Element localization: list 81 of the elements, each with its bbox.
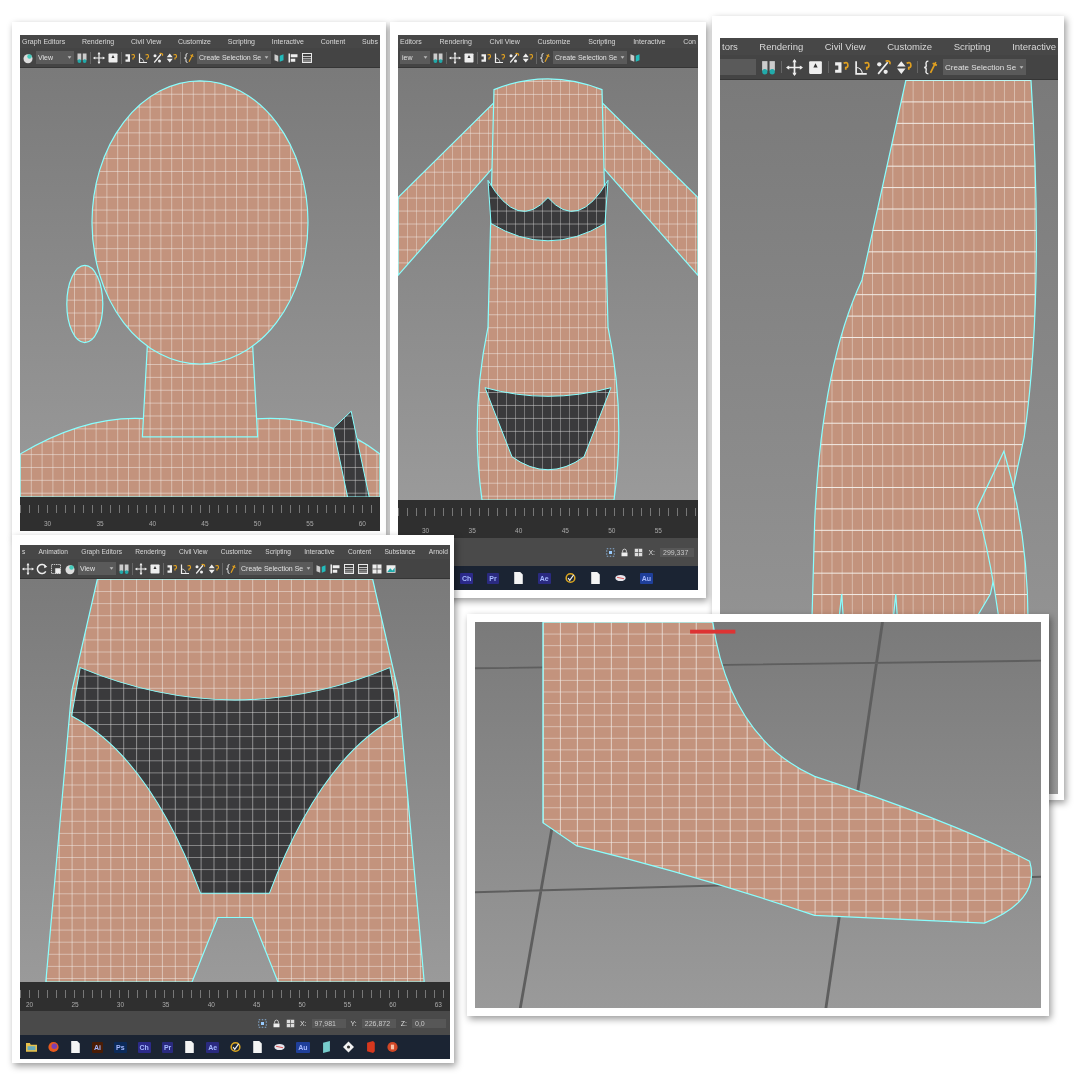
angle-snap-icon[interactable]	[854, 58, 871, 76]
mirror-icon[interactable]	[315, 562, 328, 575]
disc-icon[interactable]	[274, 1041, 286, 1053]
move-icon[interactable]	[449, 51, 461, 64]
named-selection-icon[interactable]	[922, 58, 939, 76]
link-icon[interactable]	[76, 51, 88, 64]
caret-icon	[620, 55, 626, 60]
menu-item[interactable]: Customize	[887, 41, 933, 52]
spinner-snap-icon[interactable]	[208, 562, 220, 575]
document-icon[interactable]	[589, 572, 601, 584]
move-icon[interactable]	[786, 58, 803, 76]
tile-icon[interactable]	[320, 1041, 332, 1053]
percent-snap-icon[interactable]	[508, 51, 520, 64]
selection-set-dropdown[interactable]: Create Selection Se	[943, 59, 1027, 75]
move-icon[interactable]	[93, 51, 105, 64]
snap-grid-icon[interactable]	[285, 1018, 295, 1028]
percent-snap-icon[interactable]	[875, 58, 892, 76]
target-icon[interactable]	[564, 572, 576, 584]
select-icon[interactable]	[463, 51, 475, 64]
focus-icon[interactable]	[257, 1018, 267, 1028]
menu-item[interactable]: tors	[722, 41, 738, 52]
document-icon[interactable]	[184, 1041, 196, 1053]
align-icon[interactable]	[287, 51, 300, 64]
spinner-snap-icon[interactable]	[896, 58, 913, 76]
caret-icon	[423, 55, 428, 60]
select-icon[interactable]	[807, 58, 824, 76]
disc-icon[interactable]	[614, 572, 626, 584]
mirror-icon[interactable]	[273, 51, 286, 64]
link-icon[interactable]	[432, 51, 444, 64]
link-icon[interactable]	[760, 58, 777, 76]
move-icon[interactable]	[135, 562, 147, 575]
target-icon[interactable]	[230, 1041, 242, 1053]
move-icon[interactable]	[22, 562, 34, 575]
list-icon[interactable]	[301, 51, 314, 64]
viewport-icon[interactable]	[22, 51, 34, 64]
office-icon[interactable]	[364, 1041, 376, 1053]
folder-icon[interactable]	[26, 1041, 37, 1053]
scale-icon[interactable]	[50, 562, 62, 575]
focus-icon[interactable]	[606, 547, 616, 557]
named-selection-icon[interactable]	[183, 51, 195, 64]
link-icon[interactable]	[118, 562, 130, 575]
percent-snap-icon[interactable]	[152, 51, 164, 64]
image-icon[interactable]	[385, 562, 398, 575]
snap-icon[interactable]	[166, 562, 178, 575]
document-icon[interactable]	[512, 572, 524, 584]
spinner-snap-icon[interactable]	[166, 51, 178, 64]
mirror-icon[interactable]	[629, 51, 642, 64]
caret-icon	[67, 55, 72, 60]
caret-icon	[306, 566, 312, 571]
angle-snap-icon[interactable]	[138, 51, 150, 64]
rotate-icon[interactable]	[36, 562, 48, 575]
viewport-icon[interactable]	[64, 562, 76, 575]
list-icon[interactable]	[343, 562, 356, 575]
snap-grid-icon[interactable]	[634, 547, 644, 557]
caret-icon	[264, 55, 270, 60]
select-icon[interactable]	[149, 562, 161, 575]
named-selection-icon[interactable]	[225, 562, 237, 575]
snap-icon[interactable]	[124, 51, 136, 64]
presentation-icon[interactable]	[386, 1041, 398, 1053]
select-icon[interactable]	[107, 51, 119, 64]
angle-snap-icon[interactable]	[494, 51, 506, 64]
document-icon[interactable]	[70, 1041, 81, 1053]
globe-icon[interactable]	[48, 1041, 59, 1053]
list-icon[interactable]	[357, 562, 370, 575]
caret-icon	[1019, 64, 1025, 70]
lock-icon[interactable]	[271, 1018, 281, 1028]
caret-icon	[109, 566, 114, 571]
named-selection-icon[interactable]	[539, 51, 551, 64]
angle-snap-icon[interactable]	[180, 562, 192, 575]
lock-icon[interactable]	[620, 547, 630, 557]
menu-item[interactable]: Civil View	[824, 41, 866, 52]
spinner-snap-icon[interactable]	[522, 51, 534, 64]
snap-icon[interactable]	[480, 51, 492, 64]
menu-item[interactable]: Interactive	[1012, 41, 1056, 52]
menu-item[interactable]: Scripting	[953, 41, 991, 52]
menu-item[interactable]: Rendering	[759, 41, 804, 52]
document-icon[interactable]	[252, 1041, 264, 1053]
grid-icon[interactable]	[371, 562, 384, 575]
diamond-icon[interactable]	[342, 1041, 354, 1053]
percent-snap-icon[interactable]	[194, 562, 206, 575]
align-icon[interactable]	[329, 562, 342, 575]
